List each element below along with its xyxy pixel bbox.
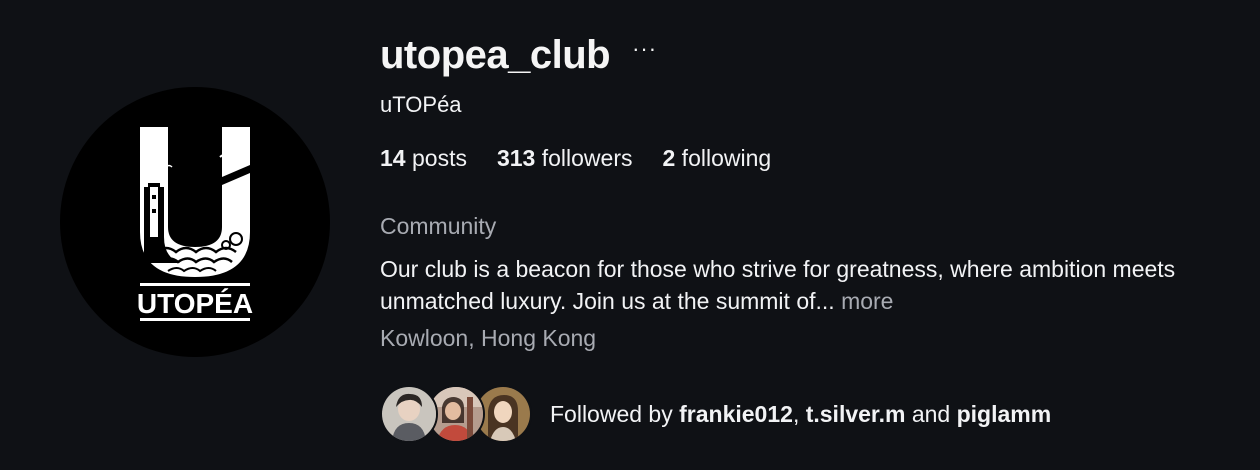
followed-by-user[interactable]: t.silver.m xyxy=(806,401,906,427)
followed-by-text: Followed by frankie012, t.silver.m and p… xyxy=(550,401,1051,428)
posts-stat[interactable]: 14 posts xyxy=(380,145,467,172)
followed-by-separator: and xyxy=(905,400,957,427)
profile-location: Kowloon, Hong Kong xyxy=(380,325,597,351)
posts-count: 14 xyxy=(380,145,406,171)
profile-stats: 14 posts 313 followers 2 following xyxy=(380,145,801,172)
bio-more-link[interactable]: more xyxy=(841,288,893,314)
ellipsis-icon[interactable]: ··· xyxy=(632,38,657,60)
followed-by-user[interactable]: frankie012 xyxy=(679,401,793,427)
posts-label: posts xyxy=(405,145,467,171)
utopea-logo-icon: UTOPÉA xyxy=(137,127,253,321)
followers-count: 313 xyxy=(496,145,536,171)
avatar-logo-text: UTOPÉA xyxy=(137,288,253,319)
followed-by-user[interactable]: piglamm xyxy=(957,401,1052,427)
followers-label: followers xyxy=(535,145,633,171)
profile-avatar[interactable]: UTOPÉA xyxy=(60,87,330,357)
username[interactable]: utopea_club xyxy=(380,33,611,78)
profile-bio: Our club is a beacon for those who striv… xyxy=(380,253,1240,317)
following-stat[interactable]: 2 following xyxy=(663,145,772,172)
following-label: following xyxy=(675,145,772,171)
followed-by[interactable]: Followed by frankie012, t.silver.m and p… xyxy=(380,385,1051,443)
display-name: uTOPéa xyxy=(380,92,462,117)
bio-text: Our club is a beacon for those who striv… xyxy=(380,256,1176,314)
profile-header: UTOPÉA utopea_club ··· uTOPéa 14 posts 3… xyxy=(0,0,1260,470)
following-count: 2 xyxy=(662,145,676,171)
followed-by-separator: , xyxy=(792,400,806,427)
title-row: utopea_club ··· xyxy=(380,30,657,80)
follower-avatar xyxy=(380,385,438,443)
followed-by-avatars xyxy=(380,385,538,443)
followed-by-prefix: Followed by xyxy=(550,400,680,427)
followers-stat[interactable]: 313 followers xyxy=(497,145,633,172)
profile-category: Community xyxy=(380,213,497,239)
